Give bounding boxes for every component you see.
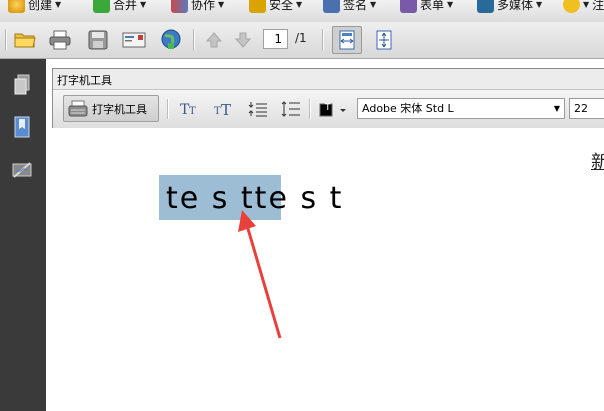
combine-icon	[93, 0, 110, 13]
chevron-down-icon: ▼	[370, 0, 377, 9]
menu-collaborate[interactable]: 协作 ▼	[171, 0, 224, 15]
next-page-button[interactable]	[231, 28, 255, 52]
decrease-line-spacing-icon	[248, 102, 267, 117]
page-total-label: /1	[295, 31, 307, 45]
menu-create-label: 创建	[28, 0, 53, 12]
font-family-select[interactable]: Adobe 宋体 Std L ▼	[357, 98, 565, 119]
toolbar-separator	[167, 99, 168, 119]
typewriter-toolbar-title: 打字机工具	[57, 74, 112, 87]
menu-combine[interactable]: 合并 ▼	[93, 0, 146, 15]
chevron-down-icon: ▼	[296, 0, 303, 9]
fit-page-icon	[376, 30, 392, 50]
chevron-down-icon: ▼	[583, 0, 590, 9]
decrease-line-spacing-button[interactable]	[247, 98, 269, 120]
toolbar-separator	[309, 99, 310, 119]
open-folder-icon	[14, 33, 36, 48]
menu-bar: 创建 ▼ 合并 ▼ 协作 ▼ 安全 ▼ 签名 ▼ 表单 ▼ 多媒体 ▼ ▼ 注	[0, 0, 604, 23]
decrease-text-size-icon: TT	[180, 102, 196, 117]
chevron-down-icon: ▼	[140, 0, 147, 9]
increase-line-spacing-button[interactable]	[280, 98, 302, 120]
left-navigation-panel	[0, 59, 46, 411]
svg-text:T: T	[324, 103, 331, 113]
menu-security[interactable]: 安全 ▼	[249, 0, 302, 15]
chevron-down-icon: ▼	[553, 104, 560, 113]
lock-icon	[249, 0, 266, 13]
pages-icon	[14, 74, 30, 95]
typewriter-toolbar-window: 打字机工具 打字机工具 TT TT T Adobe 宋体 Std L ▼ 22	[52, 68, 604, 128]
svg-text:T: T	[221, 101, 231, 117]
main-toolbar: 1 /1	[0, 22, 604, 59]
email-button[interactable]	[122, 28, 146, 52]
form-icon	[400, 0, 417, 13]
toolbar-separator	[193, 29, 194, 51]
font-size-select[interactable]: 22	[569, 98, 604, 119]
save-button[interactable]	[86, 28, 110, 52]
menu-sign-label: 签名	[343, 0, 368, 12]
multimedia-icon	[477, 0, 494, 13]
signatures-panel-button[interactable]	[9, 157, 35, 183]
comment-icon	[563, 0, 580, 13]
menu-collaborate-label: 协作	[191, 0, 216, 12]
menu-create[interactable]: 创建 ▼	[8, 0, 61, 15]
menu-combine-label: 合并	[113, 0, 138, 12]
pages-panel-button[interactable]	[9, 72, 35, 98]
typewriter-toolbar: 打字机工具 TT TT T Adobe 宋体 Std L ▼ 22	[53, 89, 604, 128]
menu-comment-label: 注	[592, 0, 604, 12]
menu-forms-label: 表单	[420, 0, 445, 12]
decrease-text-size-button[interactable]: TT	[179, 98, 201, 120]
typewriter-tool-label: 打字机工具	[92, 102, 147, 116]
print-icon	[49, 30, 71, 50]
fit-page-button[interactable]	[372, 28, 396, 52]
chevron-down-icon: ▼	[536, 0, 543, 9]
web-button[interactable]	[159, 28, 183, 52]
typewriter-tool-button[interactable]: 打字机工具	[63, 95, 159, 122]
fit-width-icon	[339, 30, 355, 50]
toolbar-separator	[5, 29, 6, 51]
chevron-down-icon: ▼	[55, 0, 62, 9]
increase-line-spacing-icon	[281, 101, 300, 117]
prev-page-icon	[205, 32, 223, 48]
page-number-input[interactable]: 1	[263, 29, 288, 49]
next-page-icon	[234, 32, 252, 48]
menu-comment[interactable]: ▼ 注	[563, 0, 604, 15]
prev-page-button[interactable]	[202, 28, 226, 52]
increase-text-size-icon: TT	[214, 101, 231, 117]
chevron-down-icon: ▼	[447, 0, 454, 9]
menu-multimedia[interactable]: 多媒体 ▼	[477, 0, 542, 15]
chevron-down-icon: ▼	[218, 0, 225, 9]
menu-multimedia-label: 多媒体	[497, 0, 534, 12]
increase-text-size-button[interactable]: TT	[213, 98, 235, 120]
bookmarks-panel-button[interactable]	[9, 114, 35, 140]
bookmarks-icon	[14, 116, 30, 138]
svg-text:T: T	[214, 106, 221, 117]
menu-security-label: 安全	[269, 0, 294, 12]
fit-width-button[interactable]	[332, 26, 362, 54]
email-icon	[122, 32, 146, 48]
save-icon	[88, 30, 108, 50]
signatures-icon	[12, 162, 32, 178]
open-folder-button[interactable]	[13, 28, 37, 52]
print-button[interactable]	[48, 28, 72, 52]
web-icon	[161, 29, 181, 49]
font-family-value: Adobe 宋体 Std L	[362, 102, 454, 115]
sign-pen-icon	[323, 0, 340, 13]
red-arrow-annotation	[238, 210, 282, 339]
font-size-value: 22	[574, 102, 588, 115]
text-color-button[interactable]: T	[319, 98, 347, 120]
toolbar-separator	[322, 29, 323, 51]
text-color-icon: T	[319, 103, 346, 117]
partial-document-text: 新	[591, 152, 604, 173]
typewriter-icon	[68, 100, 88, 116]
menu-forms[interactable]: 表单 ▼	[400, 0, 453, 15]
collaborate-icon	[171, 0, 188, 13]
svg-text:T: T	[189, 106, 196, 117]
menu-sign[interactable]: 签名 ▼	[323, 0, 376, 15]
create-icon	[8, 0, 25, 13]
